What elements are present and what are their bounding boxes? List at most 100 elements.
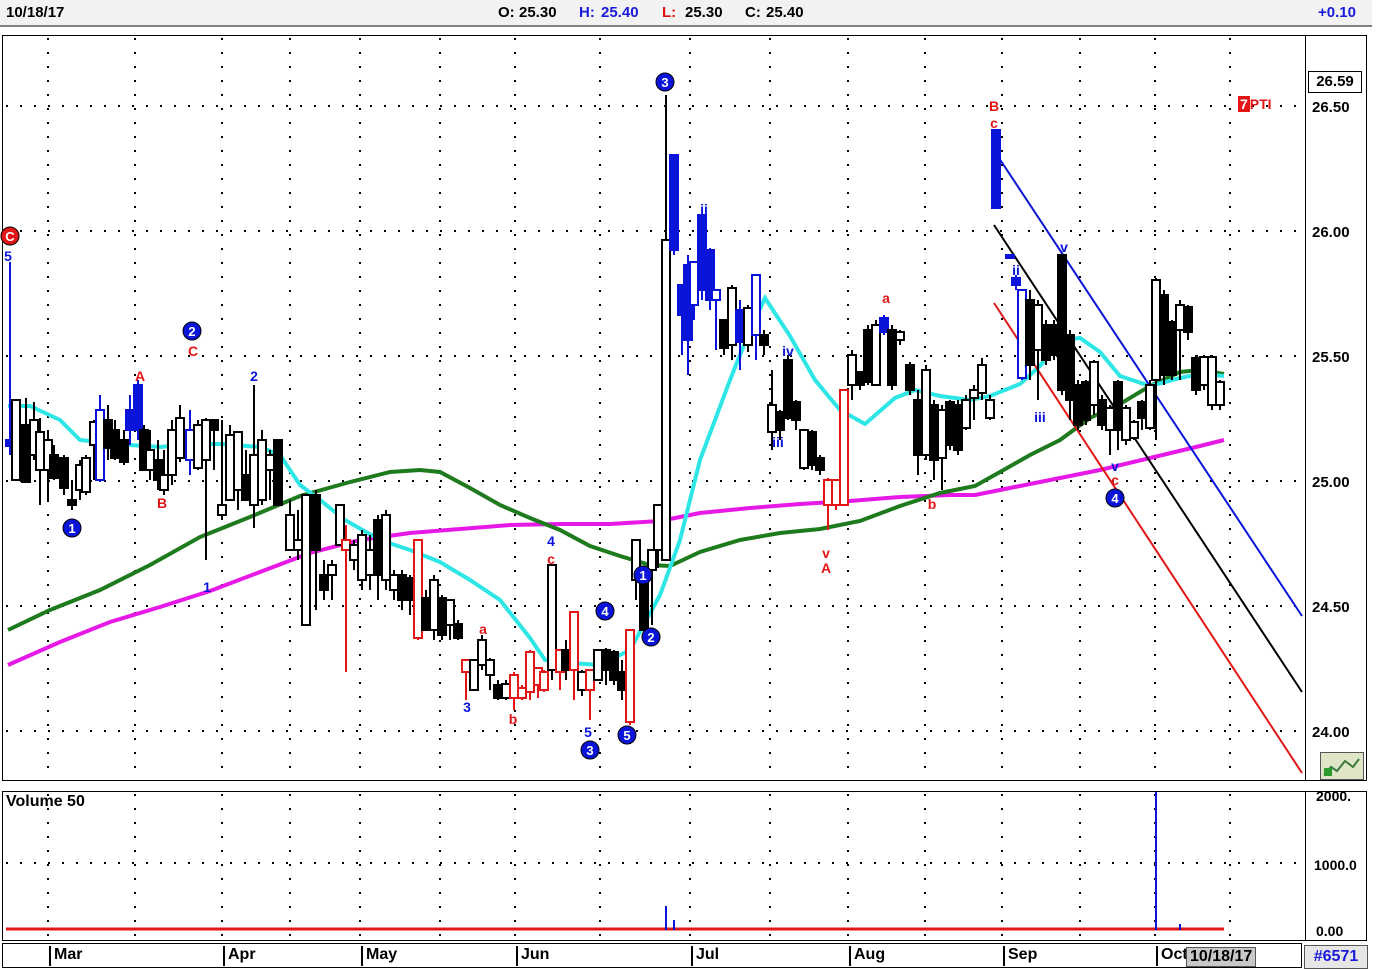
candle <box>1191 355 1201 395</box>
candle <box>1005 254 1015 259</box>
wave-label-text: 1 <box>68 521 75 536</box>
candle <box>421 590 431 631</box>
candle-body <box>1175 304 1185 331</box>
candle-body <box>373 519 383 576</box>
candle-body <box>969 389 979 399</box>
candle-body <box>319 574 329 591</box>
candle <box>711 289 721 350</box>
candle-body <box>311 494 321 551</box>
candle-body <box>783 359 793 419</box>
wave-label-text: 1 <box>639 568 646 583</box>
month-label-may: May <box>361 946 397 966</box>
candle <box>381 510 391 590</box>
candle-body <box>365 549 375 576</box>
candle <box>461 659 471 700</box>
candle-body <box>1167 321 1177 376</box>
candle <box>1215 380 1225 410</box>
candle-body <box>257 439 267 501</box>
candle-body <box>225 434 235 501</box>
candle <box>175 405 185 462</box>
wave-label-text: c <box>1111 472 1119 488</box>
candle <box>1207 355 1217 410</box>
candle <box>437 595 447 640</box>
candle <box>1113 380 1123 450</box>
candle-body <box>847 354 857 386</box>
candle-body <box>81 457 91 493</box>
price-chart: C51AB2C21a3b4c5345123iiiviiivAabBciiiiiv… <box>0 38 1350 938</box>
grid <box>6 38 1304 938</box>
candle <box>913 390 923 475</box>
candle-body <box>437 597 447 636</box>
candle <box>95 395 105 482</box>
candle <box>225 425 235 501</box>
candle-body <box>1049 324 1059 356</box>
candle <box>791 400 801 430</box>
candle <box>547 564 557 680</box>
candle <box>1199 355 1209 390</box>
chart-thumbnail-icon[interactable] <box>1320 752 1364 780</box>
candle-body <box>485 659 495 676</box>
wave-label-circle: 3 <box>655 72 675 92</box>
candle-body <box>647 549 657 571</box>
candle-body <box>1137 401 1147 419</box>
candle <box>349 540 359 570</box>
candle-body <box>301 494 311 626</box>
candle <box>485 658 495 690</box>
candle-body <box>175 417 185 459</box>
candle-body <box>1113 381 1123 431</box>
wave-label-text: B <box>157 495 167 511</box>
candle <box>905 362 915 395</box>
price-tick-label: 25.50 <box>1312 349 1350 366</box>
chart-window: 10/18/17 O: 25.30 H: 25.40 L: 25.30 C: 2… <box>0 0 1400 970</box>
candle-body <box>185 429 195 461</box>
candle-body <box>357 534 367 581</box>
candle-body <box>831 479 841 506</box>
candle <box>413 539 423 640</box>
candle-body <box>711 289 721 301</box>
red-trend-line <box>993 302 1303 774</box>
candle-body <box>1215 381 1225 406</box>
candle-body <box>193 424 203 469</box>
month-label-mar: Mar <box>49 946 82 966</box>
candle-body <box>327 564 337 576</box>
candle-body <box>201 419 211 461</box>
volume-title: Volume 50 <box>6 793 85 810</box>
candle <box>871 320 881 386</box>
candle-body <box>21 424 31 483</box>
candle <box>389 570 399 600</box>
candle <box>799 429 809 470</box>
candle-body <box>871 324 881 386</box>
candle-body <box>1191 357 1201 391</box>
candle <box>601 648 611 685</box>
candle <box>783 355 793 420</box>
candle-body <box>577 671 587 691</box>
candle-body <box>985 399 995 419</box>
candle-body <box>585 669 595 691</box>
wave-label-text: c <box>990 115 998 131</box>
candle <box>357 530 367 590</box>
candle-body <box>697 214 707 291</box>
candle-body <box>1011 277 1021 286</box>
candle <box>469 659 479 691</box>
candle <box>577 670 587 696</box>
candle-body <box>839 389 849 506</box>
wave-label-text: 5 <box>4 248 12 264</box>
candle-body <box>1097 399 1107 426</box>
candle <box>185 410 195 475</box>
candle-body <box>921 369 931 456</box>
candle <box>977 358 987 400</box>
candle <box>569 611 579 700</box>
candle-body <box>477 639 487 666</box>
candle <box>1175 300 1185 380</box>
volume-tick-1000: 1000.0 <box>1314 857 1357 873</box>
candle-body <box>775 411 785 431</box>
symbol-tag-number: 7 <box>1238 96 1250 112</box>
candle-body <box>815 457 825 471</box>
candle-body <box>1151 279 1161 381</box>
candle-body <box>743 307 753 346</box>
price-tick-label: 25.00 <box>1312 474 1350 491</box>
black-trend-line <box>993 224 1303 693</box>
candle-body <box>653 504 663 551</box>
wave-label-text: iv <box>782 343 794 359</box>
candle <box>669 154 679 255</box>
